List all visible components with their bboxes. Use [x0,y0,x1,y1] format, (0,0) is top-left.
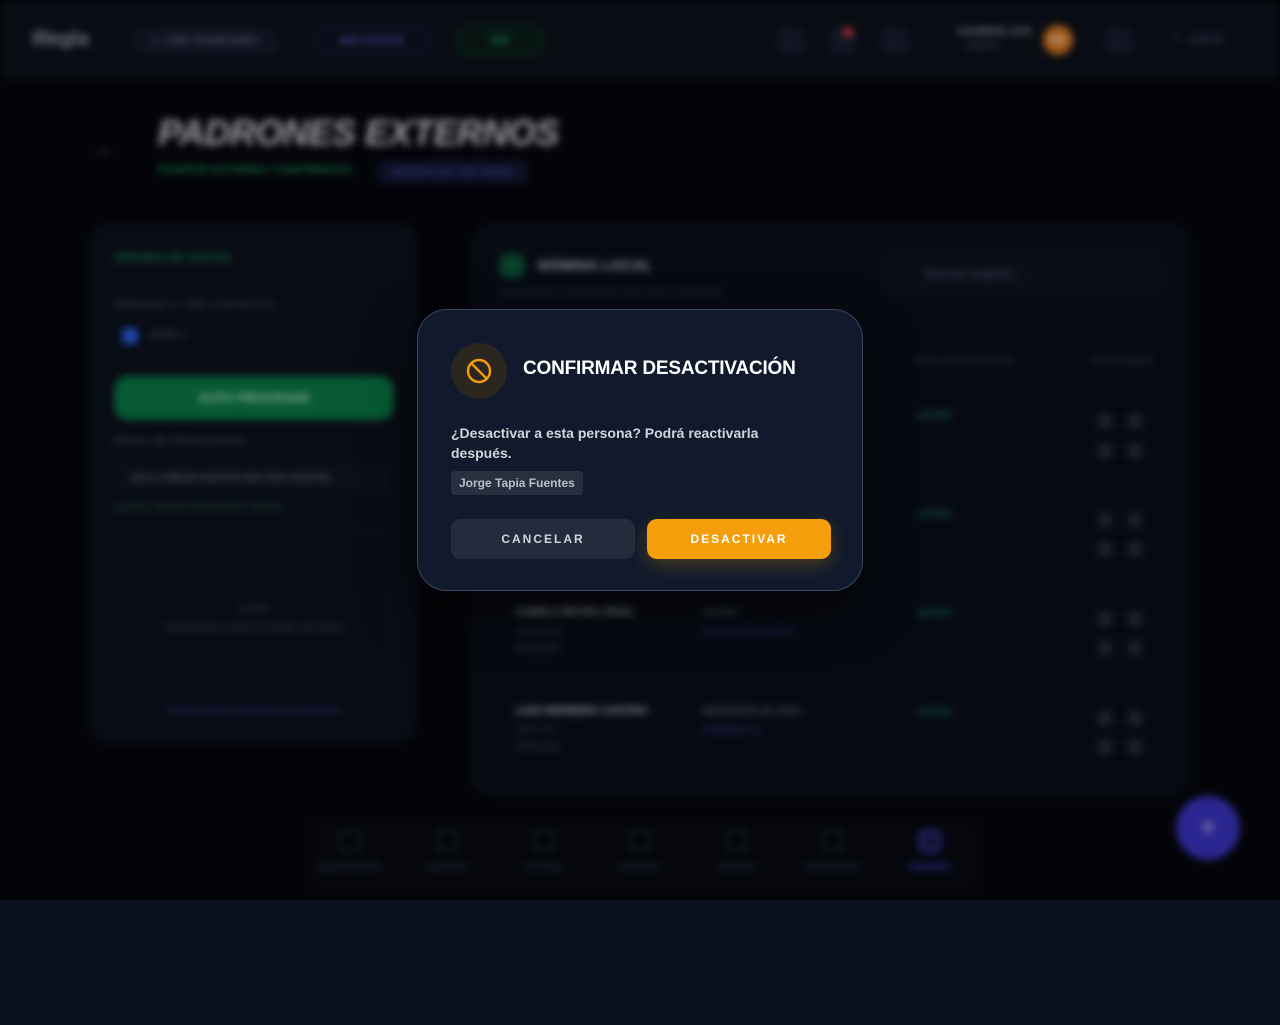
confirm-deactivation-dialog: CONFIRMAR DESACTIVACIÓN ¿Desactivar a es… [417,309,863,591]
page-footer-area [0,900,1280,1025]
cancel-button[interactable]: CANCELAR [451,519,635,559]
person-name-chip: Jorge Tapia Fuentes [451,471,583,495]
dialog-message: ¿Desactivar a esta persona? Podrá reacti… [451,425,759,461]
ban-icon-graphic [466,358,492,384]
deactivate-button[interactable]: DESACTIVAR [647,519,831,559]
dialog-title: CONFIRMAR DESACTIVACIÓN [523,358,796,379]
ban-icon [451,343,507,399]
